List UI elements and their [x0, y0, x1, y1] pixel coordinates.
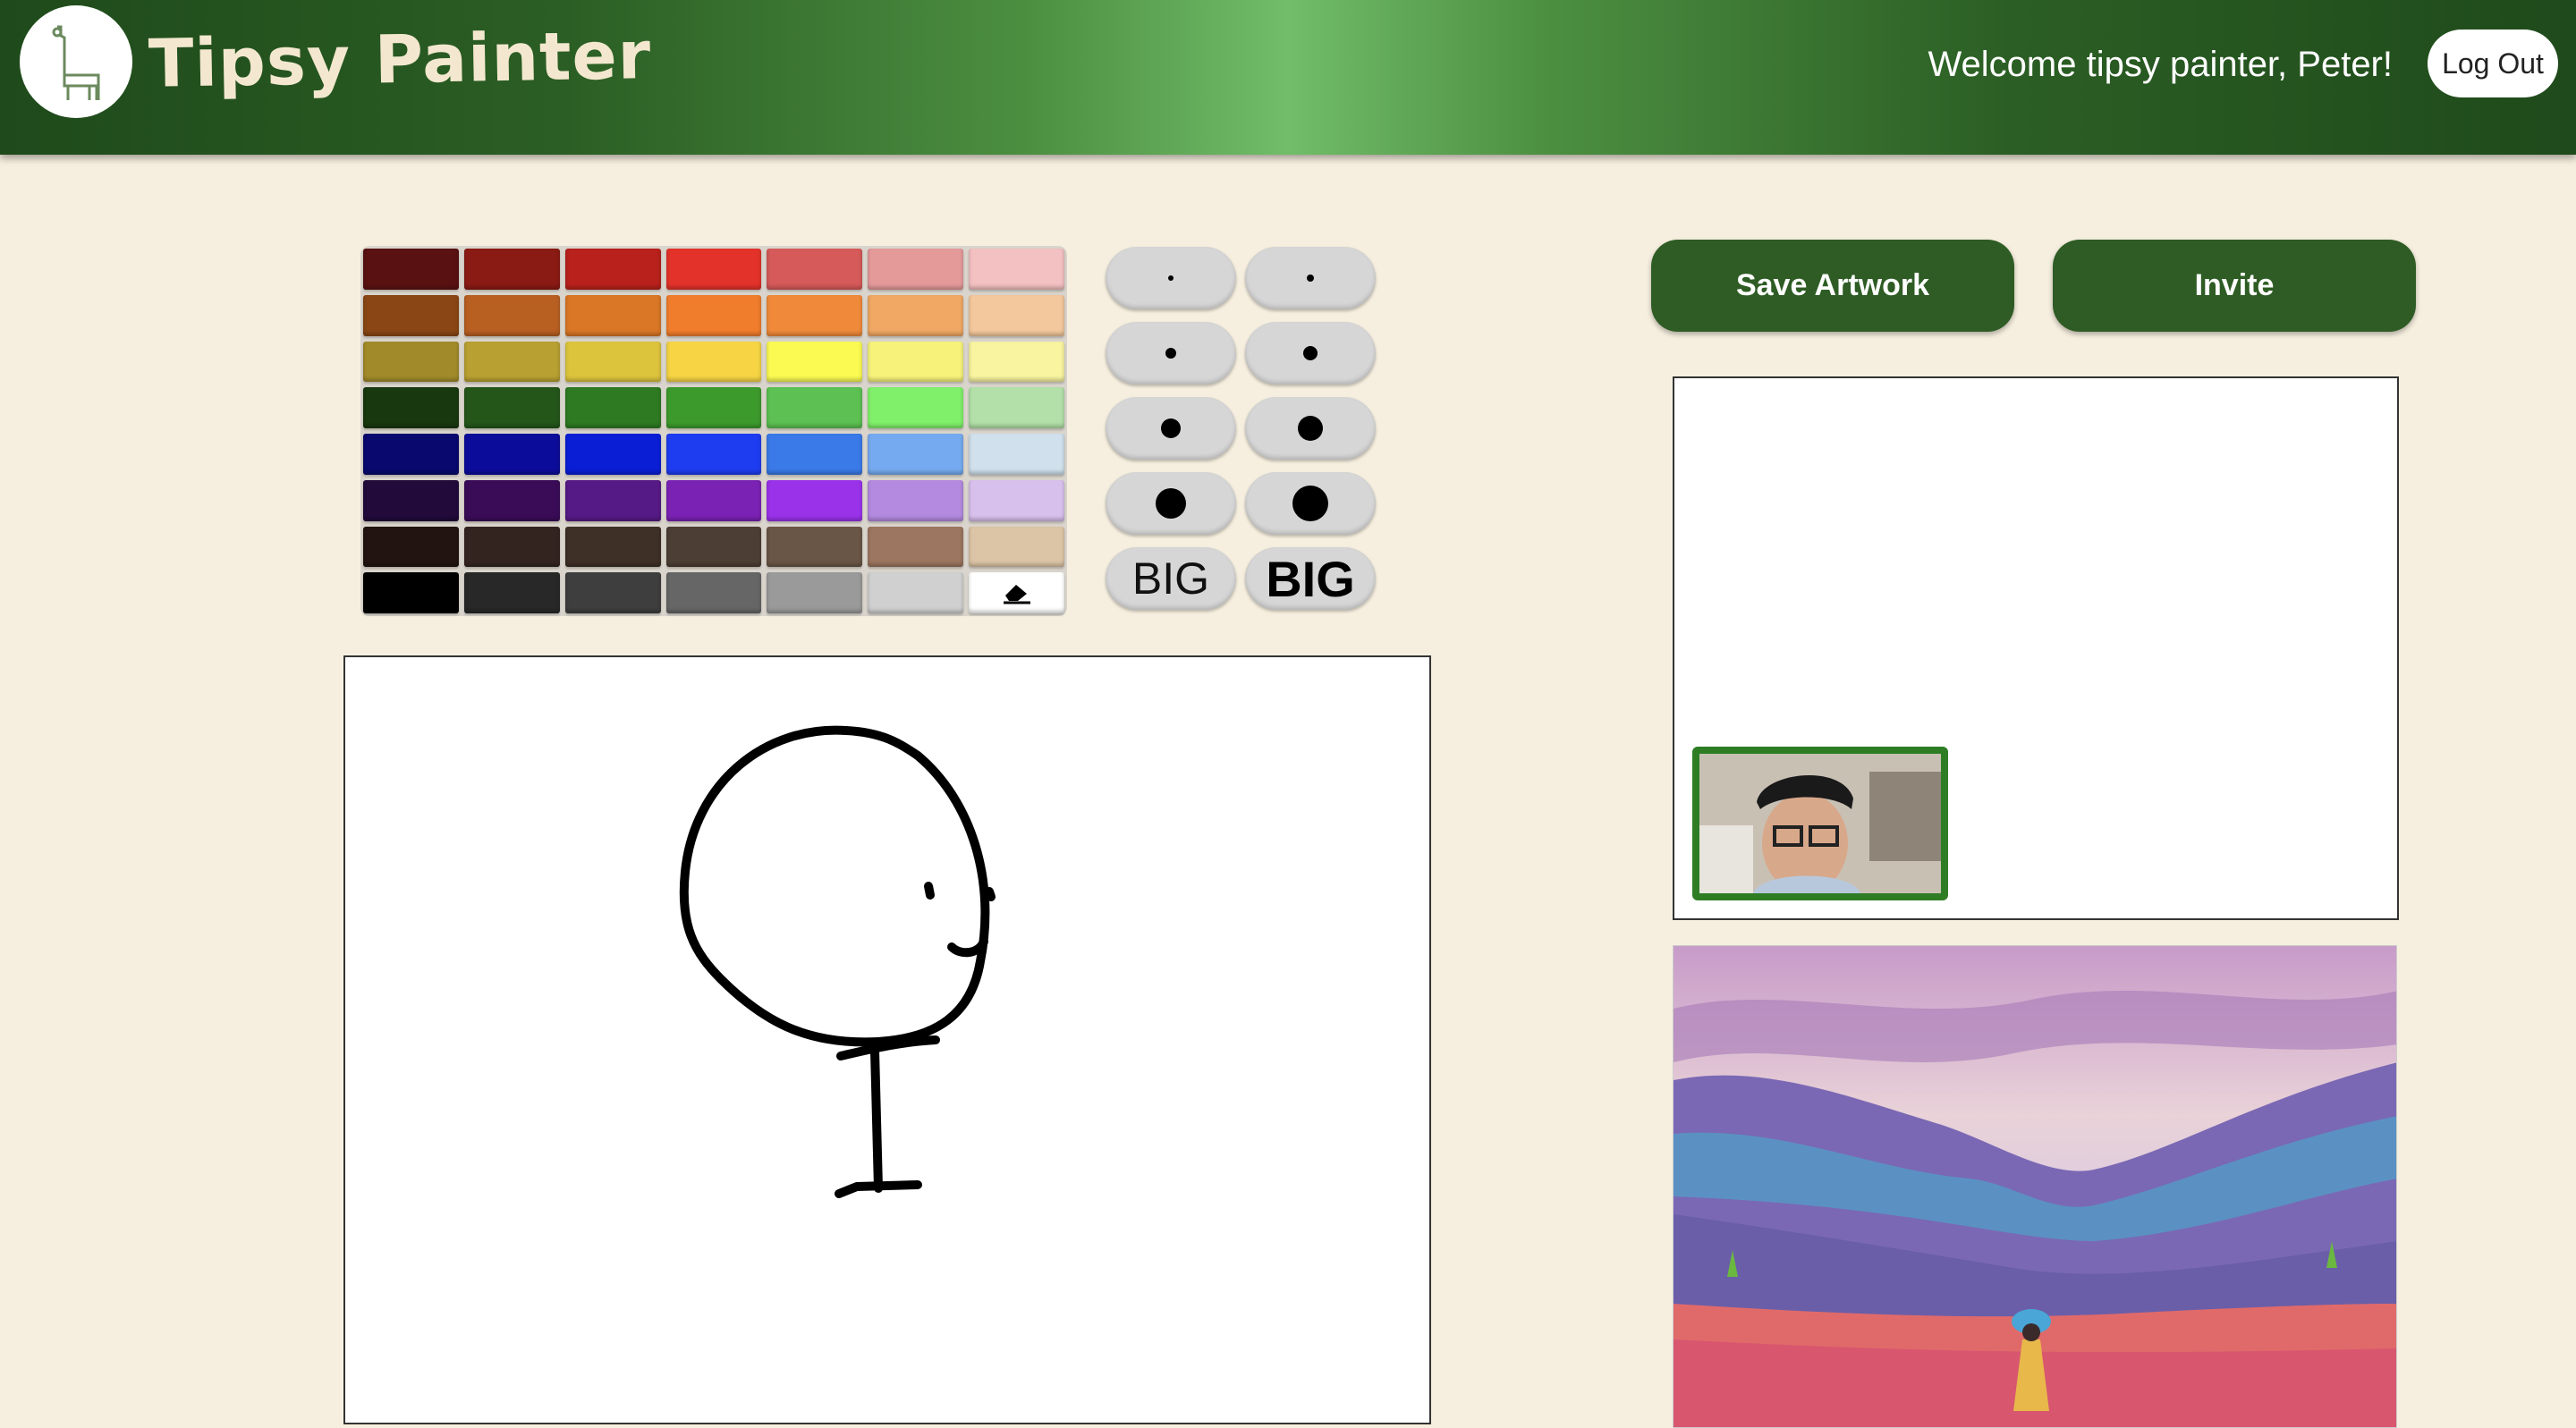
color-swatch[interactable] — [969, 479, 1064, 521]
color-swatch[interactable] — [665, 249, 762, 290]
color-swatch[interactable] — [463, 294, 560, 336]
color-swatch[interactable] — [767, 387, 863, 428]
color-swatch[interactable] — [363, 572, 459, 613]
landscape-painting-image — [1674, 946, 2396, 1427]
brush-big-button[interactable]: BIG — [1106, 547, 1236, 610]
color-swatch[interactable] — [463, 479, 560, 521]
color-swatch[interactable] — [969, 526, 1064, 568]
top-header: Tipsy Painter Welcome tipsy painter, Pet… — [0, 0, 2576, 155]
color-swatch[interactable] — [665, 479, 762, 521]
color-swatch[interactable] — [463, 572, 560, 613]
brush-size-button[interactable] — [1106, 472, 1236, 535]
color-swatch[interactable] — [767, 294, 863, 336]
color-swatch[interactable] — [868, 526, 964, 568]
color-swatch[interactable] — [868, 387, 964, 428]
color-swatch[interactable] — [363, 434, 459, 475]
brush-dot-icon — [1156, 488, 1186, 519]
color-swatch[interactable] — [564, 572, 661, 613]
color-swatch[interactable] — [767, 526, 863, 568]
color-swatch[interactable] — [363, 387, 459, 428]
color-swatch[interactable] — [969, 387, 1064, 428]
video-call-panel — [1673, 376, 2399, 920]
brush-dot-icon — [1161, 418, 1181, 438]
color-swatch[interactable] — [363, 294, 459, 336]
brush-size-button[interactable] — [1245, 397, 1376, 460]
color-palette — [360, 246, 1067, 616]
color-swatch[interactable] — [868, 434, 964, 475]
color-swatch[interactable] — [564, 294, 661, 336]
color-swatch[interactable] — [665, 387, 762, 428]
color-swatch[interactable] — [868, 249, 964, 290]
color-swatch[interactable] — [463, 341, 560, 383]
brush-size-button[interactable] — [1106, 247, 1236, 309]
color-swatch[interactable] — [665, 572, 762, 613]
brush-dot-icon — [1165, 348, 1176, 359]
color-swatch[interactable] — [665, 526, 762, 568]
color-swatch[interactable] — [868, 341, 964, 383]
color-swatch[interactable] — [463, 387, 560, 428]
color-swatch[interactable] — [969, 434, 1064, 475]
color-swatch[interactable] — [363, 526, 459, 568]
save-artwork-button[interactable]: Save Artwork — [1651, 240, 2014, 332]
color-swatch[interactable] — [564, 249, 661, 290]
color-swatch[interactable] — [363, 249, 459, 290]
color-swatch[interactable] — [767, 249, 863, 290]
eraser-swatch[interactable] — [969, 572, 1064, 613]
color-swatch[interactable] — [767, 341, 863, 383]
brush-size-button[interactable] — [1106, 322, 1236, 384]
color-swatch[interactable] — [463, 434, 560, 475]
brush-dot-icon — [1307, 275, 1314, 282]
brush-dot-icon — [1298, 416, 1323, 441]
brush-big-bold-button-label: BIG — [1266, 550, 1355, 607]
brush-dot-icon — [1168, 275, 1174, 281]
color-swatch[interactable] — [767, 479, 863, 521]
color-swatch[interactable] — [665, 434, 762, 475]
brush-big-bold-button[interactable]: BIG — [1245, 547, 1376, 610]
color-swatch[interactable] — [868, 294, 964, 336]
color-swatch[interactable] — [564, 341, 661, 383]
app-title: Tipsy Painter — [148, 17, 652, 103]
welcome-message: Welcome tipsy painter, Peter! — [1928, 45, 2394, 84]
logout-button[interactable]: Log Out — [2428, 30, 2558, 97]
stick-figure-drawing — [679, 725, 996, 1198]
brush-size-selector: BIG BIG — [1106, 247, 1376, 610]
color-swatch[interactable] — [868, 479, 964, 521]
eraser-icon — [1003, 585, 1030, 604]
color-swatch[interactable] — [969, 341, 1064, 383]
brush-dot-icon — [1292, 486, 1328, 521]
brush-size-button[interactable] — [1245, 247, 1376, 309]
color-swatch[interactable] — [463, 249, 560, 290]
giraffe-icon — [52, 25, 100, 100]
brush-size-button[interactable] — [1245, 472, 1376, 535]
app-logo — [20, 5, 132, 118]
color-swatch[interactable] — [363, 341, 459, 383]
brush-size-button[interactable] — [1106, 397, 1236, 460]
color-swatch[interactable] — [564, 387, 661, 428]
drawing-canvas[interactable] — [343, 655, 1431, 1424]
color-swatch[interactable] — [767, 572, 863, 613]
color-swatch[interactable] — [564, 434, 661, 475]
reference-painting — [1673, 945, 2397, 1428]
color-swatch[interactable] — [767, 434, 863, 475]
color-swatch[interactable] — [665, 294, 762, 336]
brush-big-button-label: BIG — [1131, 553, 1210, 604]
color-swatch[interactable] — [564, 526, 661, 568]
invite-button[interactable]: Invite — [2053, 240, 2416, 332]
brush-dot-icon — [1303, 346, 1318, 360]
color-swatch[interactable] — [463, 526, 560, 568]
color-swatch[interactable] — [564, 479, 661, 521]
color-swatch[interactable] — [665, 341, 762, 383]
color-swatch[interactable] — [868, 572, 964, 613]
color-swatch[interactable] — [969, 294, 1064, 336]
color-swatch[interactable] — [363, 479, 459, 521]
color-swatch[interactable] — [969, 249, 1064, 290]
participant-video[interactable] — [1692, 747, 1948, 900]
brush-size-button[interactable] — [1245, 322, 1376, 384]
participant-avatar — [1699, 754, 1941, 893]
